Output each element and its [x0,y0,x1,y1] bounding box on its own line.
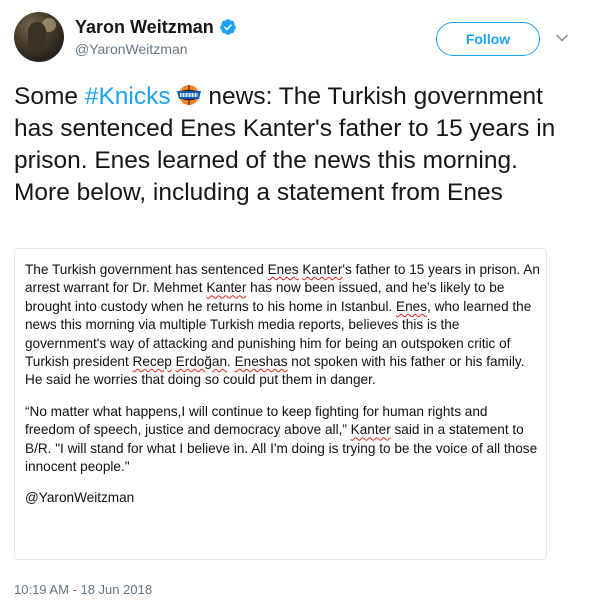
attached-image[interactable]: The Turkish government has sentenced Ene… [14,248,547,560]
knicks-logo-emoji [176,85,201,105]
avatar-figure [28,22,46,52]
misspelled-word: Enes [267,262,299,277]
article-paragraph-1: The Turkish government has sentenced Ene… [25,261,540,390]
article-paragraph-2: “No matter what happens,I will continue … [25,403,540,477]
tweet-timestamp[interactable]: 10:19 AM - 18 Jun 2018 [14,582,152,597]
article-text: . [227,354,235,370]
misspelled-word: Erdoğan [175,354,228,370]
tweet-text: Some #Knicks news: The Turkish governmen… [14,81,576,209]
display-name-row[interactable]: Yaron Weitzman [75,16,237,38]
misspelled-word: Kanter [350,422,391,438]
article-screenshot: The Turkish government has sentenced Ene… [25,261,540,521]
display-name[interactable]: Yaron Weitzman [75,16,214,38]
verified-badge-icon [219,19,236,35]
hashtag-link[interactable]: #Knicks [85,83,171,110]
article-credit: @YaronWeitzman [25,490,135,506]
misspelled-word: Eneshas [234,354,288,370]
misspelled-word: Kanter [206,280,247,296]
tweet-header: Yaron Weitzman @YaronWeitzman Follow [14,12,576,64]
follow-button[interactable]: Follow [436,22,540,56]
misspelled-word: Kanter [302,262,343,277]
misspelled-word: Recep [132,354,172,370]
tweet-text-intro: Some [14,83,85,110]
misspelled-word: Enes [396,298,428,314]
article-text: The Turkish government has sentenced [25,262,268,277]
author-names: Yaron Weitzman @YaronWeitzman [75,16,237,58]
handle[interactable]: @YaronWeitzman [75,40,237,58]
avatar[interactable] [14,12,64,62]
chevron-down-icon[interactable] [554,30,570,46]
